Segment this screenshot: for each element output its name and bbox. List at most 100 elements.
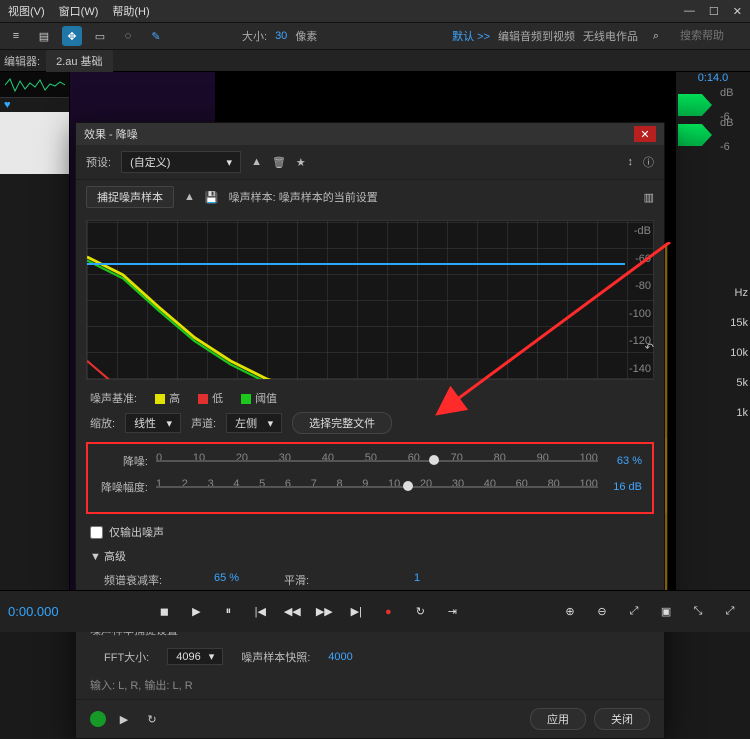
snapshot-value[interactable]: 4000 [328,651,352,663]
play-button[interactable]: ▶ [184,600,208,624]
noise-reduction-dialog: 效果 - 降噪 ✕ 预设: (自定义)▾ ▲ 🗑 ★ ↕ ⓘ 捕捉噪声样本 ▲ … [75,122,665,739]
lasso-tool-icon[interactable]: ◌ [118,26,138,46]
right-panel: 0:14.0 dB-6 dB-6 Hz15k10k5k1k [675,72,750,610]
workspace-default-link[interactable]: 默认 >> [452,28,490,44]
graph-settings-icon[interactable]: ▥ [644,191,654,204]
noise-reduction-label: 降噪: [98,453,148,469]
window-minimize-icon[interactable]: — [684,5,695,18]
preview-play-icon[interactable]: ▶ [114,709,134,729]
loop-playback-button[interactable]: ↻ [408,600,432,624]
spectral-view-icon[interactable]: ▤ [34,26,54,46]
noise-print-status: 噪声样本: 噪声样本的当前设置 [229,189,378,205]
capture-noise-print-button[interactable]: 捕捉噪声样本 [86,186,174,208]
reduce-by-value[interactable]: 16 dB [606,481,642,493]
zoom-selection-icon[interactable]: ▣ [654,600,678,624]
brush-size-value[interactable]: 30 [275,30,287,42]
snapshot-label: 噪声样本快照: [241,649,310,665]
load-print-icon[interactable]: ▲ [184,191,195,203]
workspace-radio[interactable]: 无线电作品 [583,28,638,44]
preset-label: 预设: [86,154,111,170]
zoom-out-time-icon[interactable]: ⤢ [718,600,742,624]
menu-view[interactable]: 视图(V) [8,3,45,19]
zoom-out-icon[interactable]: ⊖ [590,600,614,624]
help-icon[interactable]: ⓘ [643,154,654,170]
rewind-button[interactable]: ◀◀ [280,600,304,624]
go-start-button[interactable]: |◀ [248,600,272,624]
dialog-title: 效果 - 降噪 [84,126,138,142]
delete-preset-icon[interactable]: 🗑 [272,156,286,169]
go-end-button[interactable]: ▶| [344,600,368,624]
skip-selection-button[interactable]: ⇥ [440,600,464,624]
zoom-in-time-icon[interactable]: ⤡ [686,600,710,624]
fft-size-dropdown[interactable]: 4096▾ [167,648,223,665]
timeline-ruler: 0:14.0 [676,72,750,90]
left-blank-area [0,112,69,174]
brush-size-label: 大小: [242,28,267,44]
brush-size-unit: 像素 [295,28,317,44]
workspace: ♥ 0:14.0 dB-6 dB-6 Hz15k10k5k1k 效果 - 降噪 … [0,72,750,610]
window-maximize-icon[interactable]: ☐ [709,5,719,18]
freq-scale: Hz15k10k5k1k [730,287,748,419]
highlight-annotation: 降噪: 0102030405060708090100 63 % 降噪幅度: 12… [86,442,654,514]
legend-high[interactable]: 高 [155,390,180,406]
menu-window[interactable]: 窗口(W) [59,3,99,19]
noise-print-graph[interactable]: -dB-60-80-100-120-140 [86,220,654,380]
left-panel: ♥ [0,72,70,610]
move-tool-icon[interactable]: ✥ [62,26,82,46]
heart-icon[interactable]: ♥ [4,99,11,111]
brush-tool-icon[interactable]: ✎ [146,26,166,46]
fft-size-label: FFT大小: [104,649,149,665]
channel-label: 声道: [191,415,216,431]
zoom-full-icon[interactable]: ⤢ [622,600,646,624]
forward-button[interactable]: ▶▶ [312,600,336,624]
menu-help[interactable]: 帮助(H) [112,3,149,19]
spectral-decay-value[interactable]: 65 % [214,572,264,588]
workspace-edit-video[interactable]: 编辑音频到视频 [498,28,575,44]
io-info: 输入: L, R, 输出: L, R [76,671,664,699]
overview-waveform[interactable] [0,72,69,98]
threshold-line[interactable] [87,263,625,265]
track-clip-1[interactable] [678,94,712,116]
apply-button[interactable]: 应用 [530,708,586,730]
app-menubar: 视图(V) 窗口(W) 帮助(H) — ☐ ✕ [0,0,750,22]
scroll-icon[interactable]: ↕ [628,156,634,168]
pause-button[interactable]: ⏸ [216,600,240,624]
advanced-toggle[interactable]: ▼ 高级 [76,544,664,568]
transport-bar: 0:00.000 ◼ ▶ ⏸ |◀ ◀◀ ▶▶ ▶| ● ↻ ⇥ ⊕ ⊖ ⤢ ▣… [0,590,750,632]
dialog-close-button[interactable]: ✕ [634,126,656,142]
record-button[interactable]: ● [376,600,400,624]
editor-tab-file[interactable]: 2.au 基础 [46,50,112,72]
search-input[interactable] [674,29,744,43]
select-entire-file-button[interactable]: 选择完整文件 [292,412,392,434]
scale-dropdown[interactable]: 线性▾ [125,413,181,433]
close-button[interactable]: 关闭 [594,708,650,730]
favorite-icon[interactable]: ★ [296,156,306,169]
waveform-view-icon[interactable]: ≡ [6,26,26,46]
output-noise-only-checkbox[interactable]: 仅输出噪声 [76,520,664,544]
stop-button[interactable]: ◼ [152,600,176,624]
window-close-icon[interactable]: ✕ [733,5,742,18]
power-toggle[interactable] [90,711,106,727]
zoom-in-icon[interactable]: ⊕ [558,600,582,624]
channel-dropdown[interactable]: 左侧▾ [226,413,282,433]
track-clip-2[interactable] [678,124,712,146]
save-preset-icon[interactable]: ▲ [251,156,262,168]
scale-label: 缩放: [90,415,115,431]
preset-dropdown[interactable]: (自定义)▾ [121,151,241,173]
time-display[interactable]: 0:00.000 [8,604,59,619]
marquee-tool-icon[interactable]: ▭ [90,26,110,46]
noise-reduction-value[interactable]: 63 % [606,455,642,467]
chevron-down-icon: ▾ [227,156,233,169]
loop-icon[interactable]: ↻ [142,709,162,729]
save-print-icon[interactable]: 💾 [205,191,219,204]
noise-reduction-slider[interactable]: 0102030405060708090100 [156,452,598,470]
legend-threshold[interactable]: 阈值 [241,390,277,406]
reset-icon[interactable]: ↶ [645,341,654,354]
spectral-decay-label: 频谱衰减率: [104,572,194,588]
legend-low[interactable]: 低 [198,390,223,406]
reduce-by-slider[interactable]: 123456789102030406080100 [156,478,598,496]
search-icon[interactable]: ⌕ [646,26,666,46]
smoothing-value[interactable]: 1 [414,572,474,588]
smoothing-label: 平滑: [284,572,394,588]
main-toolbar: ≡ ▤ ✥ ▭ ◌ ✎ 大小: 30 像素 默认 >> 编辑音频到视频 无线电作… [0,22,750,50]
